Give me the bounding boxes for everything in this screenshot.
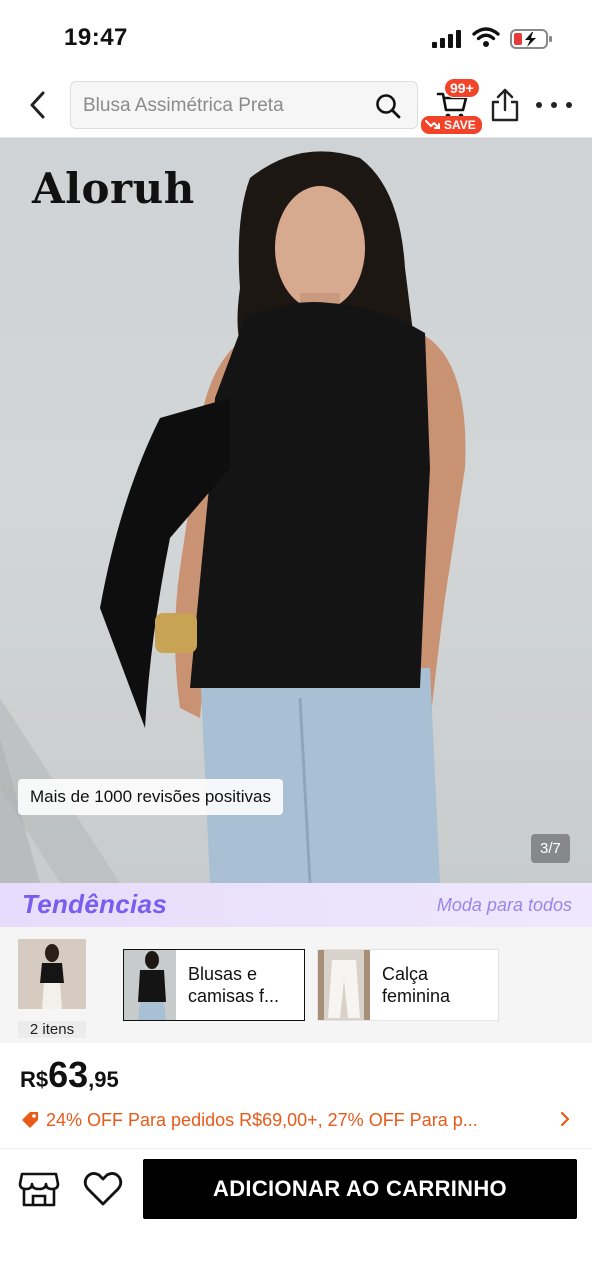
heart-icon bbox=[83, 1172, 123, 1206]
share-button[interactable] bbox=[488, 86, 522, 124]
price: R$63,95 bbox=[20, 1054, 119, 1098]
more-dot-icon bbox=[551, 102, 557, 108]
wishlist-button[interactable] bbox=[82, 1168, 124, 1210]
trends-subtitle: Moda para todos bbox=[436, 895, 572, 915]
store-icon bbox=[18, 1172, 60, 1207]
image-counter: 3/7 bbox=[531, 834, 570, 863]
save-badge: SAVE bbox=[421, 116, 482, 134]
share-icon bbox=[491, 88, 519, 122]
reviews-chip: Mais de 1000 revisões positivas bbox=[18, 779, 283, 815]
search-input[interactable]: Blusa Assimétrica Preta bbox=[70, 81, 418, 129]
price-main: 63 bbox=[48, 1054, 89, 1095]
top-nav-bar: Blusa Assimétrica Preta 99+ SAVE bbox=[0, 78, 592, 138]
trend-item-label: Blusas e camisas f... bbox=[188, 964, 280, 1006]
search-icon[interactable] bbox=[375, 93, 401, 119]
trends-banner[interactable]: Tendências Moda para todos bbox=[0, 883, 592, 927]
trends-title: Tendências bbox=[22, 889, 168, 919]
add-to-cart-button[interactable]: ADICIONAR AO CARRINHO bbox=[143, 1159, 577, 1219]
status-time: 19:47 bbox=[64, 24, 128, 51]
more-dot-icon bbox=[536, 102, 542, 108]
price-currency: R$ bbox=[20, 1067, 49, 1092]
status-bar: 19:47 bbox=[0, 0, 592, 78]
trend-item-label: Calça feminina bbox=[382, 964, 451, 1006]
save-badge-label: SAVE bbox=[444, 118, 476, 132]
product-image-carousel[interactable]: Aloruh Mais de 1000 revisões positivas 3… bbox=[0, 138, 592, 883]
divider bbox=[0, 1148, 592, 1149]
back-button[interactable] bbox=[20, 88, 54, 122]
product-photo bbox=[0, 151, 466, 883]
chevron-right-icon bbox=[560, 1111, 570, 1127]
promo-banner[interactable]: 24% OFF Para pedidos R$69,00+, 27% OFF P… bbox=[20, 1107, 580, 1133]
trend-item-blusas[interactable]: Blusas e camisas f... bbox=[123, 949, 305, 1021]
trend-items-row: 2 itens Blusas e camisas f... Calça femi… bbox=[0, 927, 592, 1043]
outfit-card[interactable]: 2 itens bbox=[18, 939, 88, 1038]
store-button[interactable] bbox=[18, 1168, 60, 1210]
cart-count-badge: 99+ bbox=[444, 78, 480, 98]
promo-text: 24% OFF Para pedidos R$69,00+, 27% OFF P… bbox=[46, 1109, 478, 1130]
battery-charging-icon bbox=[510, 29, 552, 49]
brand-logo: Aloruh bbox=[32, 164, 195, 213]
price-cents: ,95 bbox=[88, 1067, 119, 1092]
cart-button[interactable]: 99+ SAVE bbox=[421, 78, 486, 136]
outfit-thumbnail bbox=[18, 939, 86, 1009]
trend-item-thumbnail bbox=[318, 950, 370, 1020]
trend-down-icon bbox=[425, 120, 440, 129]
search-input-text: Blusa Assimétrica Preta bbox=[83, 95, 284, 116]
outfit-count: 2 itens bbox=[18, 1021, 86, 1038]
chevron-left-icon bbox=[30, 91, 45, 119]
cellular-signal-icon bbox=[432, 30, 461, 48]
more-options-button[interactable] bbox=[536, 92, 572, 118]
discount-tag-icon bbox=[22, 1112, 38, 1128]
trend-item-calca[interactable]: Calça feminina bbox=[317, 949, 499, 1021]
trend-item-thumbnail bbox=[124, 950, 176, 1020]
more-dot-icon bbox=[566, 102, 572, 108]
wifi-icon bbox=[472, 27, 500, 47]
